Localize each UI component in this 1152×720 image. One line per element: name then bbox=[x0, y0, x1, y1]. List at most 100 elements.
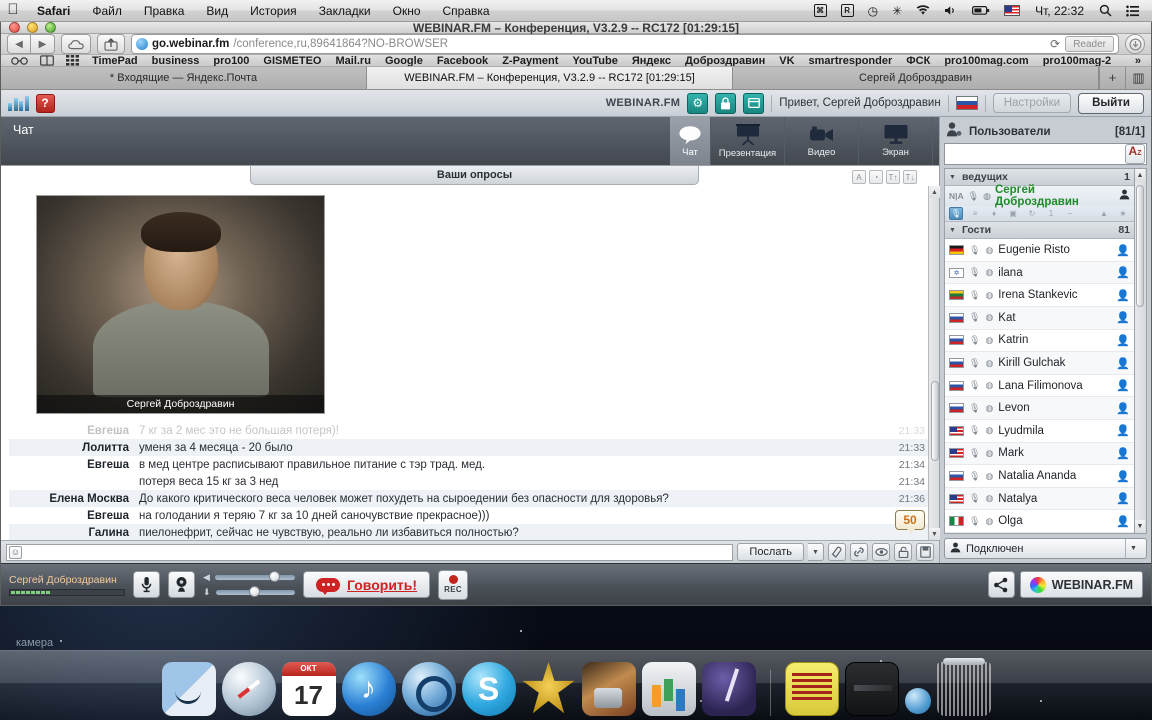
person-icon[interactable]: 👤 bbox=[1116, 334, 1130, 347]
user-row[interactable]: 🎙 ◍ Eugenie Risto 👤 bbox=[945, 239, 1134, 262]
reader-button[interactable]: Reader bbox=[1065, 36, 1114, 53]
refresh-icon[interactable]: ↻ bbox=[1025, 207, 1039, 220]
menu-bookmarks[interactable]: Закладки bbox=[308, 0, 382, 22]
notification-center-icon[interactable] bbox=[1119, 0, 1146, 22]
webcam-button[interactable] bbox=[168, 571, 195, 598]
settings-button[interactable]: Настройки bbox=[992, 93, 1072, 114]
speaker-volume-slider[interactable] bbox=[214, 571, 295, 582]
minus-icon[interactable]: − bbox=[1063, 207, 1077, 220]
headset-icon[interactable]: ◍ bbox=[983, 191, 991, 202]
dock-item-imovie[interactable] bbox=[522, 662, 575, 714]
bookmarks-overflow-button[interactable]: » bbox=[1129, 55, 1147, 66]
dock-item-illustrator[interactable] bbox=[701, 662, 756, 716]
mic-slider-knob[interactable] bbox=[248, 586, 260, 597]
dock-item-finder[interactable] bbox=[161, 662, 216, 716]
person-icon[interactable] bbox=[1119, 189, 1130, 203]
scroll-up-icon[interactable]: ▲ bbox=[929, 186, 940, 199]
dock-item-quicktime[interactable] bbox=[401, 662, 456, 716]
users-search-input[interactable] bbox=[945, 145, 1124, 164]
eraser-icon[interactable] bbox=[828, 543, 846, 561]
menu-edit[interactable]: Правка bbox=[133, 0, 196, 22]
search-icon[interactable] bbox=[1092, 0, 1119, 22]
mic-on-icon[interactable]: 🎙 bbox=[949, 207, 963, 221]
apple-logo-icon[interactable]:  bbox=[0, 2, 26, 19]
scroll-down-icon[interactable]: ▼ bbox=[929, 528, 940, 540]
group-guests[interactable]: ▼ Гости 81 bbox=[945, 222, 1134, 240]
mode-chat[interactable]: Чат bbox=[670, 117, 711, 166]
dock-item-keynote[interactable] bbox=[641, 662, 696, 716]
dock-item-skype[interactable] bbox=[461, 662, 516, 716]
star-icon[interactable]: ★ bbox=[1116, 207, 1130, 220]
timemachine-icon[interactable]: ◷ bbox=[861, 0, 885, 22]
font-increase-icon[interactable]: T↑ bbox=[886, 170, 900, 185]
user-row[interactable]: 🎙 ◍ Olga 👤 bbox=[945, 510, 1134, 533]
dock-item-poster[interactable] bbox=[784, 662, 839, 716]
dock-item-safari[interactable] bbox=[221, 662, 276, 716]
person-icon[interactable]: 👤 bbox=[1116, 357, 1130, 370]
user-row[interactable]: 🎙 ◍ Lyudmila 👤 bbox=[945, 420, 1134, 443]
downloads-button[interactable] bbox=[1125, 34, 1145, 55]
dock-item-itunes[interactable] bbox=[341, 662, 396, 716]
keyboard-viewer-icon[interactable]: ⌘ bbox=[807, 0, 834, 22]
bookmark-zpayment[interactable]: Z-Payment bbox=[495, 55, 565, 66]
timer-icon[interactable]: ◔ bbox=[869, 170, 883, 185]
bluetooth-icon[interactable]: ✳ bbox=[885, 0, 909, 22]
user-row[interactable]: 🎙 ◍ Katrin 👤 bbox=[945, 330, 1134, 353]
dock-item-minimized-window[interactable] bbox=[904, 688, 931, 714]
bookmark-timepad[interactable]: TimePad bbox=[85, 55, 145, 66]
person-icon[interactable]: 👤 bbox=[1116, 515, 1130, 528]
user-row[interactable]: 🎙 ◍ Natalya 👤 bbox=[945, 487, 1134, 511]
tab-sergey-dobrozdravin[interactable]: Сергей Доброздравин bbox=[733, 67, 1099, 90]
person-icon[interactable]: 👤 bbox=[1116, 424, 1130, 437]
bookmark-pro100mag[interactable]: pro100mag.com bbox=[937, 55, 1035, 66]
bookmark-youtube[interactable]: YouTube bbox=[565, 55, 624, 66]
unread-count-badge[interactable]: 50 bbox=[895, 510, 925, 534]
user-row[interactable]: 🎙 ◍ ilana 👤 bbox=[945, 261, 1134, 285]
dock-item-media-device[interactable] bbox=[844, 662, 899, 716]
chevron-down-icon-guests[interactable]: ▼ bbox=[949, 227, 956, 234]
mode-presentation[interactable]: Презентация bbox=[711, 117, 785, 166]
eye-icon[interactable] bbox=[872, 543, 890, 561]
menu-file[interactable]: Файл bbox=[81, 0, 133, 22]
tab-webinar-conference[interactable]: WEBINAR.FM – Конференция, V3.2.9 -- RC17… bbox=[367, 67, 733, 90]
person-icon[interactable]: 👤 bbox=[1116, 266, 1130, 279]
microphone-button[interactable] bbox=[133, 571, 160, 598]
wifi-icon[interactable] bbox=[909, 0, 937, 22]
link-icon[interactable] bbox=[850, 543, 868, 561]
person-icon[interactable]: 👤 bbox=[1116, 402, 1130, 415]
sort-az-button[interactable]: AZ bbox=[1125, 144, 1145, 165]
user-row[interactable]: 🎙 ◍ Lana Filimonova 👤 bbox=[945, 375, 1134, 398]
rescuetime-icon[interactable]: R bbox=[834, 0, 861, 22]
chat-scroll-thumb[interactable] bbox=[930, 381, 939, 462]
cam-toggle-icon[interactable]: ▣ bbox=[1006, 207, 1020, 220]
chat-message-list[interactable]: Евгеша 7 кг за 2 мес это не большая поте… bbox=[9, 422, 929, 540]
font-decrease-icon[interactable]: T↓ bbox=[903, 170, 917, 185]
bookmark-facebook[interactable]: Facebook bbox=[430, 55, 495, 66]
user-row[interactable]: 🎙 ◍ Levon 👤 bbox=[945, 397, 1134, 421]
menu-safari[interactable]: Safari bbox=[26, 0, 81, 22]
bookmark-mailru[interactable]: Mail.ru bbox=[328, 55, 377, 66]
promote-icon[interactable]: ▲ bbox=[1097, 207, 1111, 220]
back-button[interactable]: ◀ bbox=[7, 34, 31, 55]
reload-icon[interactable]: ⟳ bbox=[1050, 37, 1060, 51]
users-scroll-up-icon[interactable]: ▲ bbox=[1135, 169, 1145, 183]
ru-flag-icon[interactable] bbox=[955, 96, 978, 111]
host-row[interactable]: N|A 🎙 ◍ Сергей Доброздравин bbox=[945, 184, 1134, 208]
help-button[interactable]: ? bbox=[35, 93, 55, 113]
share-button-footer[interactable] bbox=[987, 571, 1015, 598]
users-scroll-thumb[interactable] bbox=[1136, 185, 1144, 308]
list-icon[interactable]: ≡ bbox=[968, 207, 982, 220]
presenter-video[interactable]: Сергей Доброздравин bbox=[36, 195, 325, 415]
chevron-down-icon-status[interactable]: ▼ bbox=[1125, 539, 1141, 558]
top-sites-icon[interactable] bbox=[60, 55, 85, 66]
lock-button[interactable] bbox=[715, 92, 737, 114]
dock-item-trash[interactable] bbox=[936, 658, 991, 716]
menu-window[interactable]: Окно bbox=[382, 0, 432, 22]
bookmark-smartresponder[interactable]: smartresponder bbox=[802, 55, 900, 66]
users-scroll-down-icon[interactable]: ▼ bbox=[1135, 520, 1145, 533]
person-icon[interactable]: 👤 bbox=[1116, 311, 1130, 324]
chat-input-wrapper[interactable]: ☺ bbox=[6, 543, 734, 561]
user-row[interactable]: 🎙 ◍ Kirill Gulchak 👤 bbox=[945, 352, 1134, 375]
icloud-tabs-button[interactable] bbox=[61, 34, 91, 55]
person-icon[interactable]: 👤 bbox=[1116, 379, 1130, 392]
